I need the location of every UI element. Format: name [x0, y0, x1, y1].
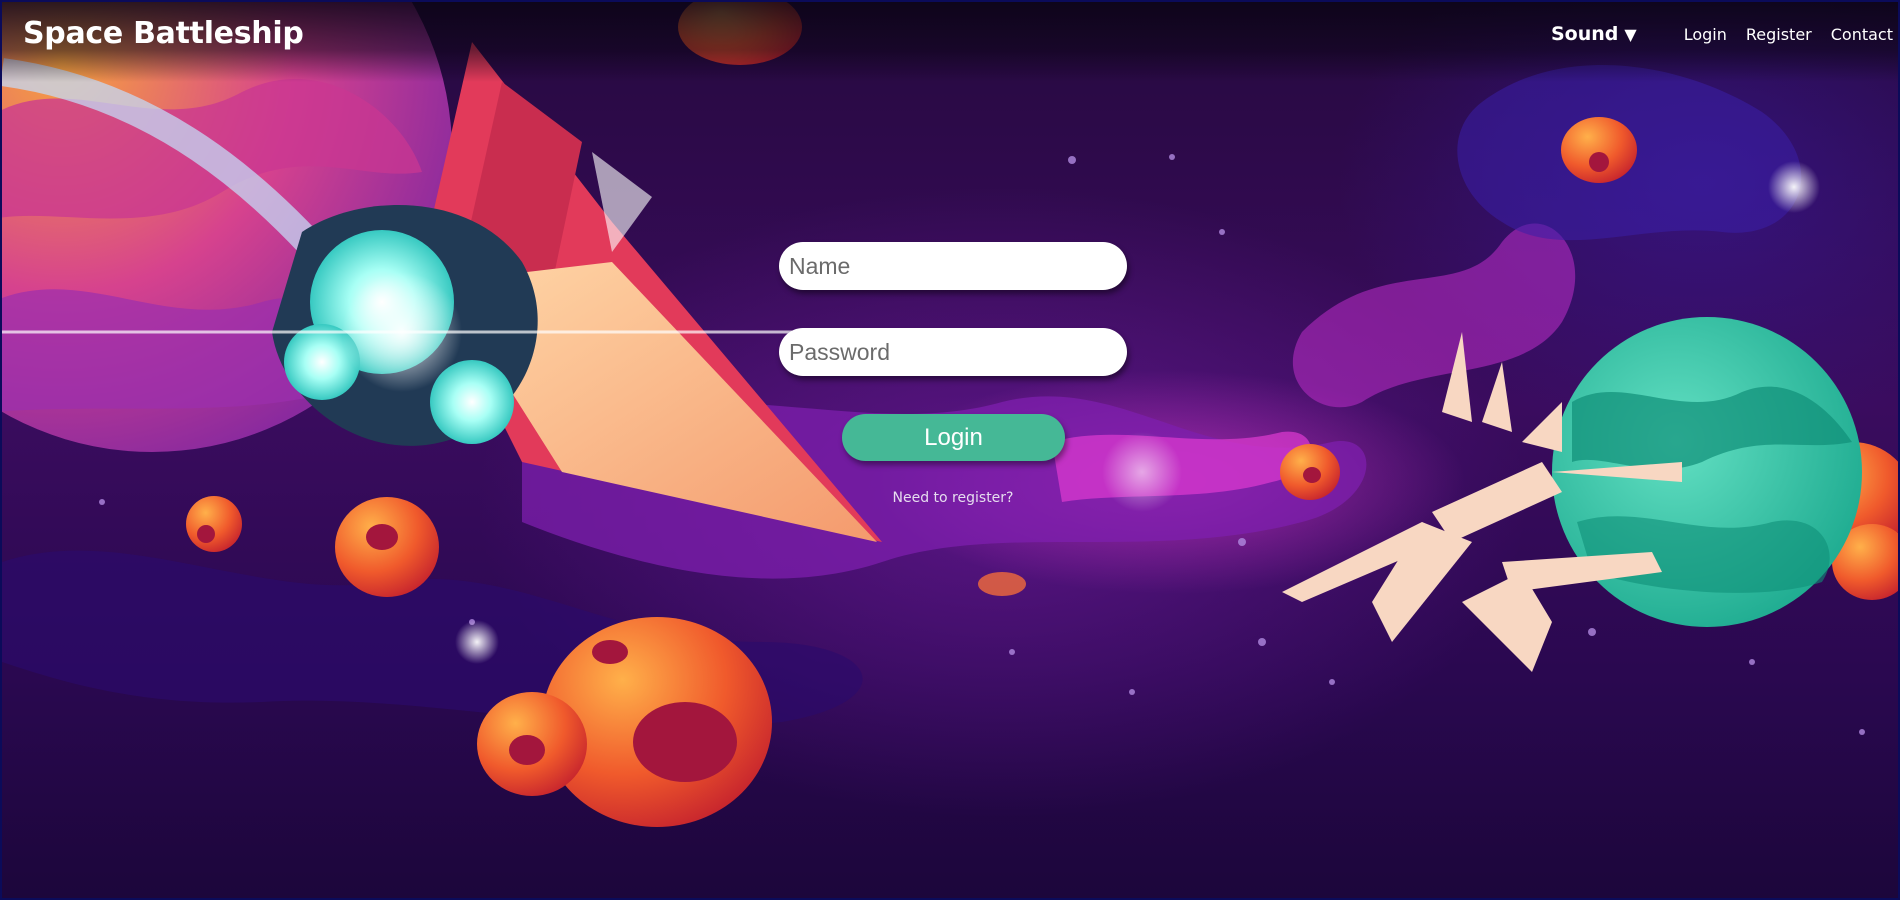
nav-link-login[interactable]: Login	[1684, 25, 1727, 44]
sound-dropdown[interactable]: Sound ▼	[1551, 23, 1637, 45]
site-title[interactable]: Space Battleship	[23, 16, 304, 51]
top-navbar: Space Battleship Sound ▼ Login Register …	[2, 2, 1898, 82]
caret-down-icon: ▼	[1624, 24, 1637, 44]
nav-link-contact[interactable]: Contact	[1831, 25, 1893, 44]
sound-label: Sound	[1551, 23, 1619, 45]
register-link[interactable]: Need to register?	[779, 490, 1127, 506]
nav-link-register[interactable]: Register	[1746, 25, 1812, 44]
name-input[interactable]	[779, 242, 1127, 290]
password-input[interactable]	[779, 328, 1127, 376]
login-button[interactable]: Login	[842, 414, 1065, 461]
login-page: Space Battleship Sound ▼ Login Register …	[0, 0, 1900, 900]
nav-menu: Sound ▼ Login Register Contact	[1551, 23, 1898, 45]
